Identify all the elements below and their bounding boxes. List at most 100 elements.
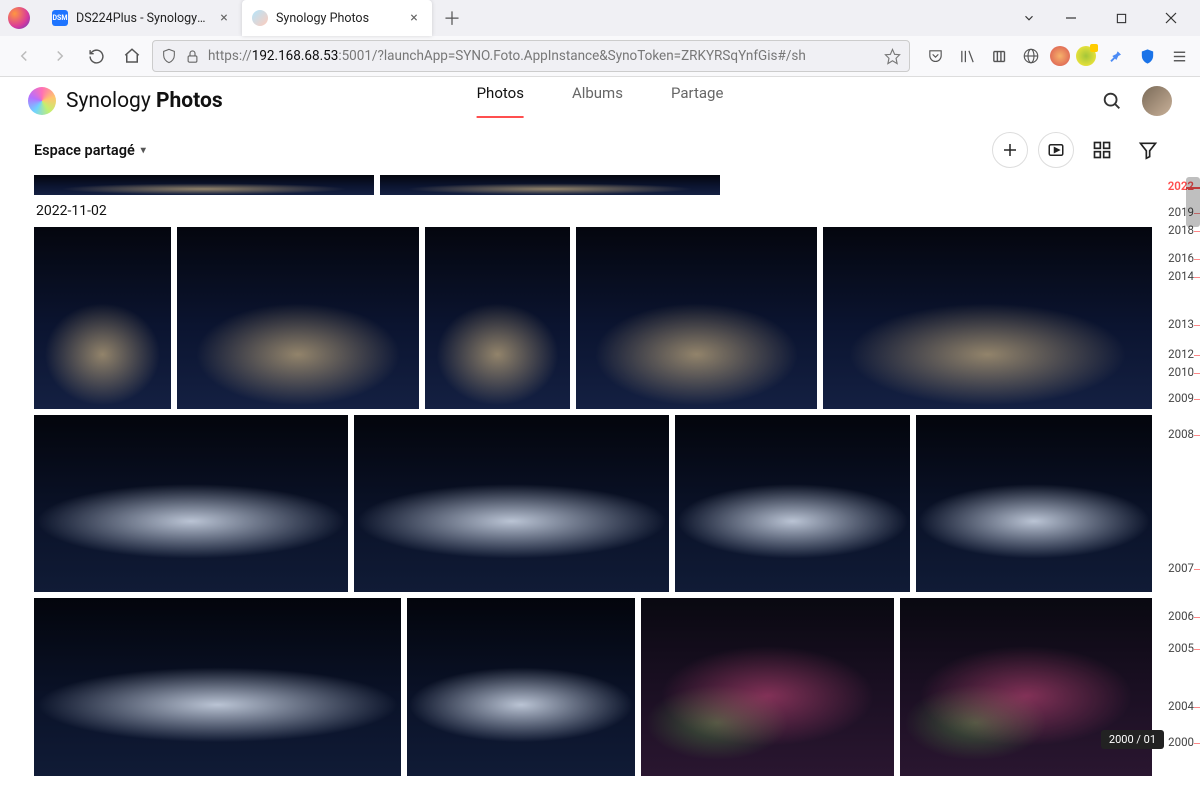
timeline-year[interactable]: 2016 <box>1168 251 1194 265</box>
timeline-year[interactable]: 2000 <box>1168 735 1194 749</box>
photo-thumbnail[interactable] <box>641 598 893 776</box>
photo-thumbnail[interactable] <box>576 227 818 409</box>
app-menu-icon[interactable] <box>1166 43 1192 69</box>
synology-photos-app: Synology Photos Photos Albums Partage Es… <box>0 77 1200 797</box>
url-text: https://192.168.68.53:5001/?launchApp=SY… <box>208 48 876 64</box>
timeline-year[interactable]: 2005 <box>1168 641 1194 655</box>
timeline-year[interactable]: 2009 <box>1168 391 1194 405</box>
timeline-year[interactable]: 2008 <box>1168 427 1194 441</box>
timeline-year[interactable]: 2014 <box>1168 269 1194 283</box>
firefox-menu-icon[interactable] <box>8 7 30 29</box>
window-controls <box>1014 3 1200 33</box>
timeline-tick <box>1194 355 1200 356</box>
navigation-bar: https://192.168.68.53:5001/?launchApp=SY… <box>0 36 1200 76</box>
tab-synology-photos[interactable]: Synology Photos × <box>242 0 432 36</box>
tab-close-icon[interactable]: × <box>406 10 422 26</box>
timeline-tick <box>1194 617 1200 618</box>
timeline-tick <box>1194 707 1200 708</box>
window-minimize-icon[interactable] <box>1048 3 1094 33</box>
add-button[interactable] <box>992 132 1028 168</box>
browser-chrome: DSM DS224Plus - Synology NAS × Synology … <box>0 0 1200 77</box>
tab-label: Synology Photos <box>276 11 398 26</box>
save-pocket-icon[interactable] <box>922 43 948 69</box>
nav-back-icon[interactable] <box>8 40 40 72</box>
photo-thumbnail[interactable] <box>916 415 1152 592</box>
lock-icon[interactable] <box>185 49 200 64</box>
photo-thumbnail[interactable] <box>354 415 668 592</box>
photo-thumbnail[interactable] <box>380 175 720 195</box>
tab-dsm[interactable]: DSM DS224Plus - Synology NAS × <box>42 0 242 36</box>
photo-thumbnail[interactable] <box>177 227 419 409</box>
header-right <box>1100 86 1172 116</box>
timeline-tick <box>1194 231 1200 232</box>
view-toolbar <box>992 132 1166 168</box>
nav-photos[interactable]: Photos <box>477 84 524 118</box>
header-nav: Photos Albums Partage <box>477 84 724 118</box>
photo-thumbnail[interactable] <box>675 415 911 592</box>
url-bar[interactable]: https://192.168.68.53:5001/?launchApp=SY… <box>152 40 910 72</box>
sub-toolbar: Espace partagé ▾ <box>0 125 1200 175</box>
filter-button[interactable] <box>1130 132 1166 168</box>
nav-reload-icon[interactable] <box>80 40 112 72</box>
timeline-tick <box>1194 399 1200 400</box>
tab-favicon-syno-icon <box>252 10 268 26</box>
window-close-icon[interactable] <box>1148 3 1194 33</box>
photo-gallery[interactable]: 2022-11-02 <box>0 175 1152 797</box>
tracking-shield-icon[interactable] <box>161 48 177 64</box>
nav-forward-icon[interactable] <box>44 40 76 72</box>
tabs-dropdown-icon[interactable] <box>1014 3 1044 33</box>
extension-avatar1-icon[interactable] <box>1050 46 1070 66</box>
timeline-year[interactable]: 2006 <box>1168 609 1194 623</box>
photo-thumbnail[interactable] <box>407 598 635 776</box>
toolbar-extensions <box>914 43 1192 69</box>
nav-albums[interactable]: Albums <box>572 84 623 118</box>
timeline-tick <box>1194 649 1200 650</box>
space-selector[interactable]: Espace partagé ▾ <box>34 142 146 159</box>
extension-avatar2-icon[interactable] <box>1076 46 1096 66</box>
timeline-tick <box>1194 325 1200 326</box>
bookmark-star-icon[interactable] <box>884 48 901 65</box>
photo-thumbnail[interactable] <box>823 227 1152 409</box>
library-icon[interactable] <box>954 43 980 69</box>
nav-share[interactable]: Partage <box>671 84 723 118</box>
nav-home-icon[interactable] <box>116 40 148 72</box>
slideshow-button[interactable] <box>1038 132 1074 168</box>
extension-globe-icon[interactable] <box>1018 43 1044 69</box>
timeline-tick <box>1194 277 1200 278</box>
photo-thumbnail[interactable] <box>425 227 570 409</box>
photo-thumbnail[interactable] <box>34 175 374 195</box>
timeline-tick <box>1194 435 1200 436</box>
photo-thumbnail[interactable] <box>34 227 171 409</box>
timeline-tooltip: 2000 / 01 <box>1101 730 1164 749</box>
timeline-year[interactable]: 2004 <box>1168 699 1194 713</box>
app-logo[interactable]: Synology Photos <box>28 87 223 115</box>
photo-thumbnail[interactable] <box>900 598 1152 776</box>
timeline-year[interactable]: 2007 <box>1168 561 1194 575</box>
extension-pin-icon[interactable] <box>1102 43 1128 69</box>
user-avatar[interactable] <box>1142 86 1172 116</box>
tab-strip: DSM DS224Plus - Synology NAS × Synology … <box>0 0 1200 36</box>
photo-thumbnail[interactable] <box>34 598 401 776</box>
app-logo-icon <box>28 87 56 115</box>
tab-label: DS224Plus - Synology NAS <box>76 11 208 26</box>
search-icon[interactable] <box>1100 89 1124 113</box>
timeline-tick <box>1194 569 1200 570</box>
timeline-tick <box>1194 373 1200 374</box>
chevron-down-icon: ▾ <box>141 145 146 156</box>
tab-favicon-dsm-icon: DSM <box>52 10 68 26</box>
extension-shield-icon[interactable] <box>1134 43 1160 69</box>
timeline-tick <box>1194 743 1200 744</box>
window-maximize-icon[interactable] <box>1098 3 1144 33</box>
photo-thumbnail[interactable] <box>34 415 348 592</box>
timeline-scrubber[interactable]: 2022201920182016201420132012201020092008… <box>1152 175 1200 797</box>
timeline-year[interactable]: 2012 <box>1168 347 1194 361</box>
timeline-year[interactable]: 2010 <box>1168 365 1194 379</box>
date-header: 2022-11-02 <box>36 203 1152 219</box>
space-label: Espace partagé <box>34 142 135 159</box>
timeline-year[interactable]: 2013 <box>1168 317 1194 331</box>
extension-grid-icon[interactable] <box>986 43 1012 69</box>
scrollbar-thumb[interactable] <box>1186 177 1200 227</box>
layout-grid-button[interactable] <box>1084 132 1120 168</box>
new-tab-button[interactable]: ＋ <box>438 4 466 32</box>
tab-close-icon[interactable]: × <box>216 10 232 26</box>
